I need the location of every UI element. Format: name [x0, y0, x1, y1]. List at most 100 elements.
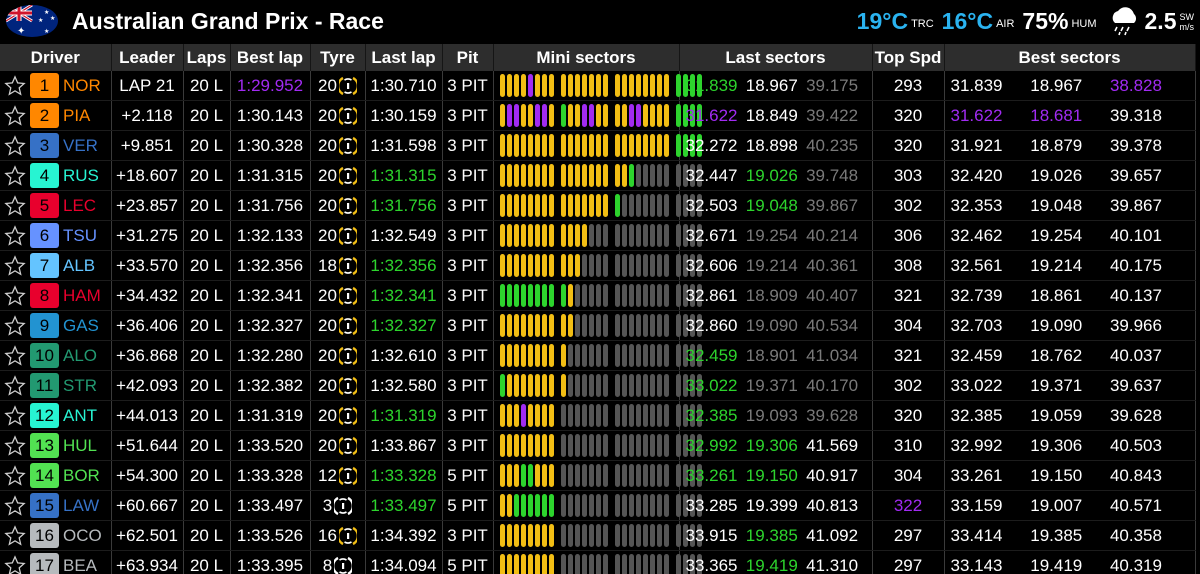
mini-sector-bar — [574, 134, 580, 157]
table-row[interactable]: 13 HUL +51.644 20 L 1:33.520 20 1:33.867 3 PIT 3… — [0, 430, 1196, 461]
table-row[interactable]: 14 BOR +54.300 20 L 1:33.328 12 1:33.328 5 PIT 3… — [0, 460, 1196, 491]
mini-sector-bar — [541, 524, 547, 547]
mini-sector-bar — [534, 374, 540, 397]
col-pit[interactable]: Pit — [442, 44, 494, 71]
mini-sector-bar — [621, 524, 627, 547]
mini-sector-group — [560, 524, 608, 547]
favorite-star-icon[interactable] — [4, 374, 26, 397]
pit-count: 3 PIT — [442, 160, 494, 191]
favorite-star-icon[interactable] — [4, 254, 26, 277]
favorite-star-icon[interactable] — [4, 224, 26, 247]
table-row[interactable]: 10 ALO +36.868 20 L 1:32.280 20 1:32.610 3 PIT 3… — [0, 340, 1196, 371]
table-row[interactable]: 17 BEA +63.934 20 L 1:33.395 8 1:34.094 5 PIT 33… — [0, 550, 1196, 574]
mini-sector-bar — [574, 104, 580, 127]
favorite-star-icon[interactable] — [4, 554, 26, 574]
mini-sector-bar — [621, 494, 627, 517]
col-laps[interactable]: Laps — [183, 44, 231, 71]
table-row[interactable]: 5 LEC +23.857 20 L 1:31.756 20 1:31.756 3 PIT 32… — [0, 190, 1196, 221]
best-sectors: 32.561 19.214 40.175 — [945, 256, 1195, 276]
col-mini-sectors[interactable]: Mini sectors — [493, 44, 680, 71]
favorite-star-icon[interactable] — [4, 344, 26, 367]
mini-sector-bar — [567, 224, 573, 247]
table-row[interactable]: 6 TSU +31.275 20 L 1:32.133 20 1:32.549 3 PIT 32… — [0, 220, 1196, 251]
mini-sector-bar — [628, 494, 634, 517]
table-row[interactable]: 12 ANT +44.013 20 L 1:31.319 20 1:31.319 3 PIT 3… — [0, 400, 1196, 431]
mini-sector-bar — [567, 494, 573, 517]
sector-time: 19.150 — [1030, 465, 1083, 485]
mini-sector-group — [560, 284, 608, 307]
col-tyre[interactable]: Tyre — [310, 44, 366, 71]
mini-sector-bar — [548, 524, 554, 547]
favorite-star-icon[interactable] — [4, 104, 26, 127]
mini-sector-bar — [581, 554, 587, 574]
col-driver[interactable]: Driver — [0, 44, 112, 71]
table-row[interactable]: 8 HAM +34.432 20 L 1:32.341 20 1:32.341 3 PIT 32… — [0, 280, 1196, 311]
driver-code: BOR — [63, 465, 100, 485]
col-best-sectors[interactable]: Best sectors — [944, 44, 1196, 71]
tyre-age: 20 — [318, 135, 337, 155]
position-badge: 7 — [30, 253, 59, 278]
col-last-sectors[interactable]: Last sectors — [679, 44, 873, 71]
mini-sector-group — [499, 194, 554, 217]
sector-time: 39.867 — [1109, 195, 1162, 215]
table-row[interactable]: 1 NOR LAP 21 20 L 1:29.952 20 1:30.710 3 PIT 31.… — [0, 71, 1196, 101]
mini-sector-bar — [649, 194, 655, 217]
mini-sector-bar — [588, 524, 594, 547]
svg-text:★: ★ — [44, 28, 49, 35]
mini-sector-group — [560, 164, 608, 187]
favorite-star-icon[interactable] — [4, 164, 26, 187]
favorite-star-icon[interactable] — [4, 524, 26, 547]
driver-code: NOR — [63, 75, 101, 95]
favorite-star-icon[interactable] — [4, 314, 26, 337]
mini-sector-bar — [642, 284, 648, 307]
favorite-star-icon[interactable] — [4, 284, 26, 307]
last-lap: 1:33.497 — [365, 490, 443, 521]
favorite-star-icon[interactable] — [4, 404, 26, 427]
mini-sector-bar — [513, 404, 519, 427]
mini-sector-group — [560, 134, 608, 157]
table-row[interactable]: 9 GAS +36.406 20 L 1:32.327 20 1:32.327 3 PIT 32… — [0, 310, 1196, 341]
table-row[interactable]: 11 STR +42.093 20 L 1:32.382 20 1:32.580 3 PIT 3… — [0, 370, 1196, 401]
mini-sector-bar — [656, 314, 662, 337]
mini-sector-bar — [621, 134, 627, 157]
favorite-star-icon[interactable] — [4, 134, 26, 157]
best-lap: 1:32.356 — [230, 250, 311, 281]
sector-time: 32.860 — [685, 315, 738, 335]
table-row[interactable]: 15 LAW +60.667 20 L 1:33.497 3 1:33.497 5 PIT 33… — [0, 490, 1196, 521]
favorite-star-icon[interactable] — [4, 464, 26, 487]
mini-sector-bar — [506, 434, 512, 457]
mini-sector-bar — [621, 284, 627, 307]
mini-sector-bar — [602, 464, 608, 487]
favorite-star-icon[interactable] — [4, 194, 26, 217]
leader-gap: +18.607 — [111, 160, 184, 191]
driver-code: LEC — [63, 195, 97, 215]
col-last-lap[interactable]: Last lap — [365, 44, 443, 71]
mini-sector-bar — [628, 344, 634, 367]
mini-sector-bar — [581, 74, 587, 97]
sector-time: 33.915 — [685, 525, 738, 545]
table-row[interactable]: 3 VER +9.851 20 L 1:30.328 20 1:31.598 3 PIT 32.… — [0, 130, 1196, 161]
sector-time: 40.137 — [1109, 285, 1162, 305]
table-row[interactable]: 16 OCO +62.501 20 L 1:33.526 16 1:34.392 3 PIT 3… — [0, 520, 1196, 551]
sector-time: 18.849 — [745, 105, 798, 125]
col-best-lap[interactable]: Best lap — [230, 44, 311, 71]
sector-time: 18.967 — [1030, 75, 1083, 95]
favorite-star-icon[interactable] — [4, 74, 26, 97]
mini-sector-bar — [506, 344, 512, 367]
table-row[interactable]: 7 ALB +33.570 20 L 1:32.356 18 1:32.356 3 PIT 32… — [0, 250, 1196, 281]
mini-sector-bar — [527, 194, 533, 217]
favorite-star-icon[interactable] — [4, 494, 26, 517]
laps: 20 L — [183, 100, 231, 131]
sector-time: 18.681 — [1030, 105, 1083, 125]
favorite-star-icon[interactable] — [4, 434, 26, 457]
col-leader[interactable]: Leader — [111, 44, 184, 71]
mini-sector-bar — [602, 254, 608, 277]
table-row[interactable]: 4 RUS +18.607 20 L 1:31.315 20 1:31.315 3 PIT 32… — [0, 160, 1196, 191]
pit-count: 3 PIT — [442, 400, 494, 431]
mini-sector-bar — [567, 164, 573, 187]
col-top-speed[interactable]: Top Spd — [872, 44, 945, 71]
table-row[interactable]: 2 PIA +2.118 20 L 1:30.143 20 1:30.159 3 PIT 31.… — [0, 100, 1196, 131]
mini-sector-bar — [675, 554, 681, 574]
mini-sector-bar — [614, 464, 620, 487]
mini-sector-bar — [567, 524, 573, 547]
